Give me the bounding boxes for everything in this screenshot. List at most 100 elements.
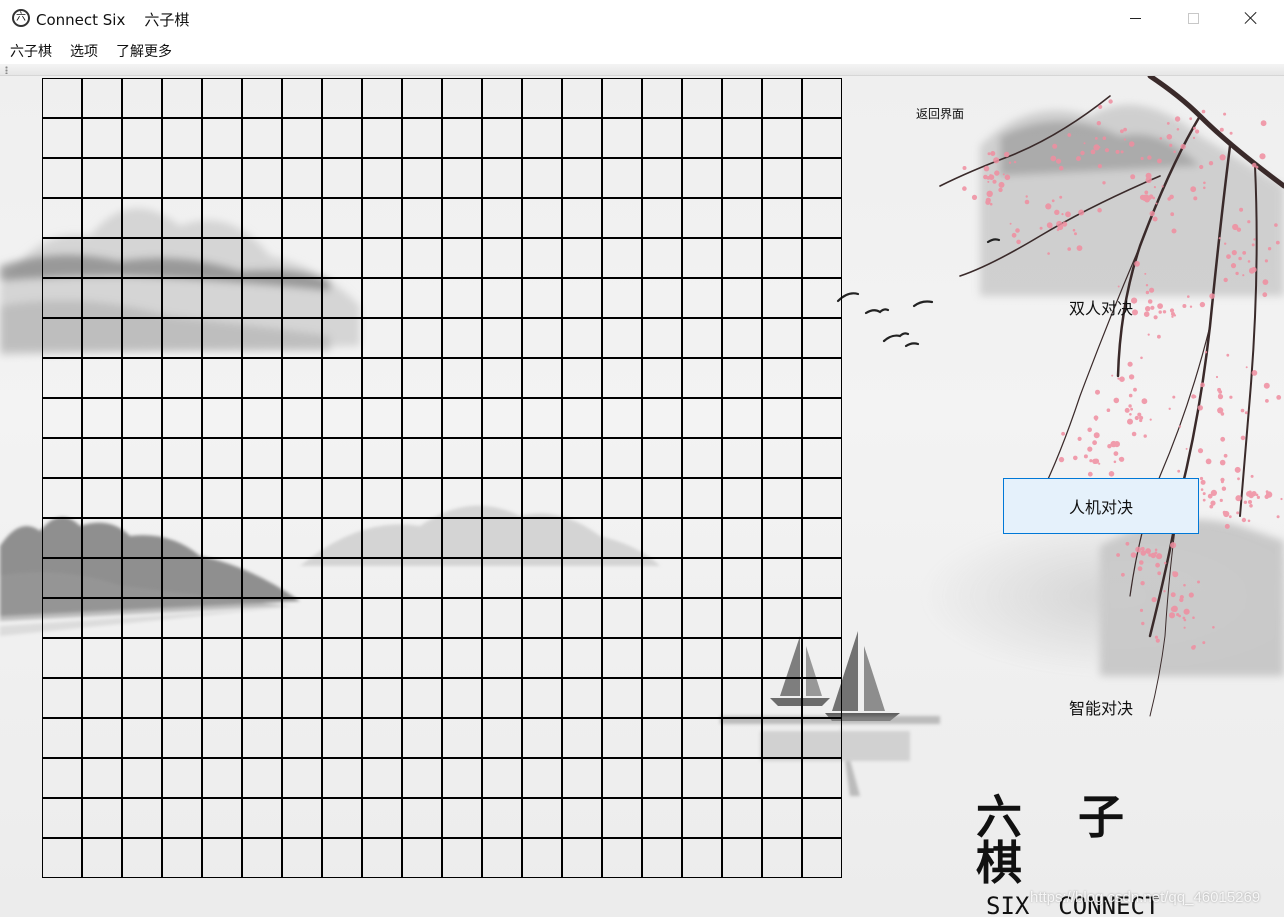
game-area: 返回界面 双人对决 人机对决 智能对决 六 子 棋 SIX CONNECT ht… — [0, 76, 1284, 917]
blossom-petal — [1074, 232, 1077, 236]
blossom-petal — [1145, 172, 1152, 179]
blossom-petal — [1138, 549, 1141, 553]
birds-icon — [836, 238, 1001, 348]
blossom-petal — [1264, 494, 1269, 499]
blossom-petal — [1113, 397, 1120, 404]
blossom-petal — [1092, 440, 1097, 446]
blossom-petal — [1240, 408, 1245, 413]
blossom-petal — [1201, 109, 1206, 114]
blossom-petal — [1193, 126, 1196, 130]
blossom-petal — [1218, 390, 1223, 394]
blossom-petal — [1250, 474, 1254, 478]
toolstrip-grip-icon[interactable] — [5, 66, 8, 74]
menu-item-connect-six[interactable]: 六子棋 — [10, 41, 52, 61]
blossom-petal — [1236, 227, 1242, 232]
human-vs-computer-button[interactable]: 人机对决 — [1003, 478, 1199, 534]
ai-vs-ai-button[interactable]: 智能对决 — [1003, 679, 1199, 735]
blossom-petal — [1045, 203, 1052, 210]
blossom-petal — [1275, 240, 1280, 245]
close-button[interactable] — [1222, 0, 1280, 36]
blossom-petal — [1215, 375, 1219, 379]
blossom-petal — [1259, 153, 1266, 160]
blossom-petal — [1174, 116, 1181, 122]
blossom-petal — [1143, 434, 1147, 438]
blossom-petal — [1106, 408, 1111, 413]
menu-item-learn-more[interactable]: 了解更多 — [116, 41, 172, 61]
window-title: Connect Six 六子棋 — [36, 11, 190, 29]
blossom-petal — [1131, 142, 1135, 146]
blossom-petal — [1255, 165, 1259, 169]
blossom-petal — [1111, 374, 1114, 377]
blossom-petal — [971, 194, 978, 200]
blossom-petal — [1219, 498, 1223, 502]
blossom-petal — [1242, 274, 1245, 277]
blossom-petal — [1276, 395, 1282, 400]
blossom-petal — [1128, 393, 1133, 398]
maximize-icon — [1187, 12, 1199, 24]
blossom-petal — [986, 190, 993, 197]
blossom-petal — [1199, 164, 1204, 170]
blossom-petal — [1130, 407, 1133, 411]
blossom-petal — [1096, 121, 1102, 126]
blossom-petal — [1098, 104, 1103, 109]
blossom-petal — [1223, 453, 1228, 458]
blossom-petal — [1067, 133, 1072, 137]
blossom-petal — [1140, 546, 1145, 551]
blossom-petal — [1058, 165, 1064, 171]
blossom-petal — [1056, 158, 1062, 164]
back-to-menu-link[interactable]: 返回界面 — [916, 105, 964, 122]
blossom-petal — [1002, 173, 1005, 176]
blossom-petal — [1094, 418, 1098, 421]
blossom-petal — [1263, 382, 1270, 389]
two-player-mode-button[interactable]: 双人对决 — [1003, 279, 1199, 335]
blossom-petal — [1130, 174, 1136, 180]
blossom-petal — [1076, 156, 1081, 162]
blossom-petal — [1139, 418, 1143, 423]
menu-bar: 六子棋 选项 了解更多 — [0, 36, 1284, 64]
blossom-petal — [1171, 228, 1177, 234]
blossom-petal — [1212, 626, 1215, 629]
blossom-petal — [962, 186, 967, 191]
blossom-petal — [1219, 394, 1222, 398]
blossom-petal — [1200, 488, 1204, 491]
blossom-petal — [1219, 154, 1226, 161]
maximize-button[interactable] — [1164, 0, 1222, 36]
blossom-petal — [1157, 571, 1162, 576]
blossom-petal — [1264, 259, 1268, 263]
blossom-petal — [1178, 425, 1182, 428]
blossom-petal — [1170, 542, 1177, 549]
blossom-petal — [1090, 149, 1096, 155]
blossom-petal — [1062, 221, 1068, 227]
blossom-petal — [1226, 353, 1230, 357]
blossom-petal — [1192, 136, 1196, 139]
blossom-petal — [1113, 460, 1117, 464]
blossom-petal — [1195, 129, 1200, 134]
blossom-petal — [1139, 560, 1144, 565]
blossom-petal — [1237, 495, 1240, 498]
blossom-petal — [998, 181, 1005, 188]
blossom-petal — [992, 179, 997, 184]
blossom-petal — [1116, 553, 1120, 557]
blossom-petal — [1015, 228, 1020, 233]
game-board[interactable] — [42, 78, 842, 878]
blossom-petal — [1141, 621, 1145, 626]
blossom-petal — [1120, 150, 1124, 154]
blossom-petal — [1173, 150, 1176, 154]
blossom-petal — [985, 199, 991, 205]
blossom-petal — [1061, 431, 1065, 436]
blossom-petal — [1267, 247, 1272, 251]
blossom-petal — [1176, 128, 1180, 131]
blossom-petal — [1220, 436, 1226, 442]
menu-item-options[interactable]: 选项 — [70, 41, 98, 61]
blossom-petal — [1046, 222, 1053, 229]
blossom-petal — [1229, 131, 1233, 135]
blossom-petal — [1191, 645, 1196, 650]
blossom-petal — [1139, 608, 1144, 613]
minimize-button[interactable] — [1106, 0, 1164, 36]
blossom-petal — [1052, 143, 1058, 149]
blossom-petal — [1058, 456, 1065, 463]
blossom-petal — [1172, 395, 1176, 399]
blossom-petal — [1205, 458, 1212, 465]
blossom-petal — [1202, 641, 1206, 645]
blossom-petal — [987, 152, 991, 156]
